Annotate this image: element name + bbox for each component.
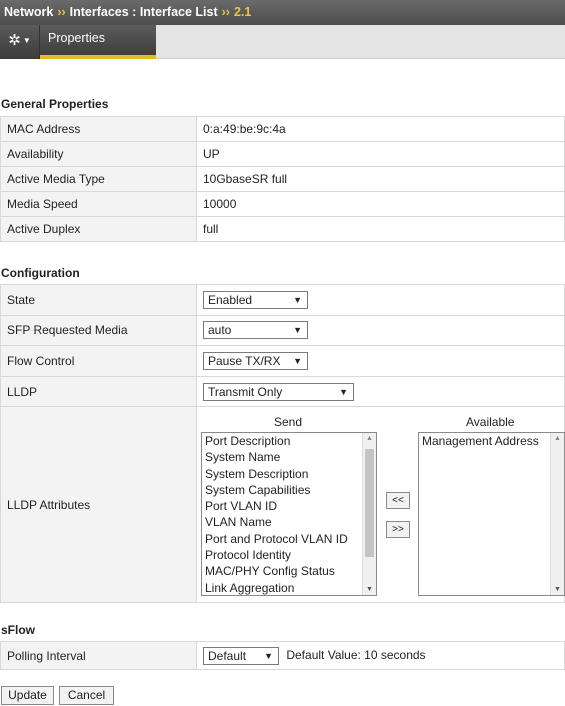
list-item[interactable]: System Name <box>202 449 376 465</box>
list-item[interactable]: Port Description <box>202 433 376 449</box>
active-duplex-value: full <box>196 216 565 242</box>
table-row: SFP Requested Media auto ▼ <box>0 314 565 347</box>
scroll-thumb[interactable] <box>365 449 374 557</box>
breadcrumb-network[interactable]: Network <box>4 5 53 19</box>
general-properties-table: MAC Address 0:a:49:be:9c:4a Availability U… <box>0 116 565 242</box>
settings-menu-button[interactable]: ✲ ▼ <box>0 25 40 59</box>
sflow-table: Polling Interval Default ▼ Default Value:… <box>0 641 565 670</box>
breadcrumb-separator: ›› <box>57 5 66 19</box>
caret-down-icon: ▼ <box>264 650 273 661</box>
polling-interval-select-value: Default <box>208 648 247 663</box>
breadcrumb-current: 2.1 <box>233 5 252 19</box>
lldp-select[interactable]: Transmit Only ▼ <box>203 382 354 401</box>
list-item[interactable]: Port and Protocol VLAN ID <box>202 531 376 547</box>
tab-properties[interactable]: Properties <box>40 25 156 59</box>
table-row: MAC Address 0:a:49:be:9c:4a <box>0 116 565 142</box>
list-item[interactable]: System Capabilities <box>202 482 376 498</box>
breadcrumb-interface-list[interactable]: Interfaces : Interface List <box>70 5 218 19</box>
table-row: Polling Interval Default ▼ Default Value:… <box>0 641 565 670</box>
scroll-down-icon[interactable]: ▼ <box>366 586 373 593</box>
list-item[interactable]: Protocol Identity <box>202 547 376 563</box>
table-row: Active Duplex full <box>0 216 565 242</box>
gear-icon: ✲ <box>8 32 21 49</box>
flow-control-label: Flow Control <box>0 345 197 377</box>
configuration-heading: Configuration <box>1 266 80 280</box>
move-to-send-button[interactable]: << <box>386 492 410 509</box>
update-button[interactable]: Update <box>1 686 54 705</box>
list-item[interactable]: MAC/PHY Config Status <box>202 563 376 579</box>
available-list-header: Available <box>466 415 515 429</box>
caret-down-icon: ▼ <box>293 355 302 366</box>
state-label: State <box>0 284 197 316</box>
table-row: State Enabled ▼ <box>0 284 565 316</box>
caret-down-icon: ▼ <box>22 36 31 45</box>
polling-interval-select[interactable]: Default ▼ <box>203 646 279 665</box>
table-row: LLDP Transmit Only ▼ <box>0 375 565 408</box>
scroll-down-icon[interactable]: ▼ <box>554 586 561 593</box>
send-listbox[interactable]: Port Description System Name System Desc… <box>201 432 377 596</box>
availability-label: Availability <box>0 141 197 167</box>
list-item[interactable]: Port VLAN ID <box>202 498 376 514</box>
table-row: Active Media Type 10GbaseSR full <box>0 166 565 192</box>
breadcrumb-separator: ›› <box>221 5 230 19</box>
active-media-type-label: Active Media Type <box>0 166 197 192</box>
lldp-label: LLDP <box>0 375 197 408</box>
active-media-type-value: 10GbaseSR full <box>196 166 565 192</box>
move-to-available-button[interactable]: >> <box>386 521 410 538</box>
breadcrumb: Network ›› Interfaces : Interface List ›› 2.… <box>0 0 565 25</box>
cancel-button[interactable]: Cancel <box>59 686 114 705</box>
sfp-requested-media-label: SFP Requested Media <box>0 314 197 347</box>
list-item[interactable]: System Description <box>202 466 376 482</box>
mac-address-label: MAC Address <box>0 116 197 142</box>
media-speed-value: 10000 <box>196 191 565 217</box>
scroll-up-icon[interactable]: ▲ <box>366 435 373 442</box>
flow-control-select-value: Pause TX/RX <box>208 353 281 368</box>
send-list-scrollbar[interactable]: ▲ ▼ <box>362 433 376 595</box>
table-row: Availability UP <box>0 141 565 167</box>
polling-interval-label: Polling Interval <box>0 641 197 670</box>
flow-control-select[interactable]: Pause TX/RX ▼ <box>203 351 308 370</box>
sfp-requested-media-select[interactable]: auto ▼ <box>203 321 308 340</box>
list-item[interactable]: Link Aggregation <box>202 580 376 595</box>
caret-down-icon: ▼ <box>293 325 302 336</box>
table-row: Media Speed 10000 <box>0 191 565 217</box>
lldp-attributes-label: LLDP Attributes <box>0 406 197 604</box>
active-duplex-label: Active Duplex <box>0 216 197 242</box>
mac-address-value: 0:a:49:be:9c:4a <box>196 116 565 142</box>
state-select-value: Enabled <box>208 292 253 307</box>
media-speed-label: Media Speed <box>0 191 197 217</box>
sfp-select-value: auto <box>208 323 232 338</box>
general-properties-heading: General Properties <box>1 97 109 111</box>
table-row: Flow Control Pause TX/RX ▼ <box>0 345 565 377</box>
state-select[interactable]: Enabled ▼ <box>203 290 308 309</box>
caret-down-icon: ▼ <box>339 386 348 397</box>
tab-bar: ✲ ▼ Properties <box>0 25 565 59</box>
available-listbox[interactable]: Management Address ▲ ▼ <box>418 432 565 596</box>
availability-value: UP <box>196 141 565 167</box>
sflow-heading: sFlow <box>1 623 36 637</box>
list-item[interactable]: VLAN Name <box>202 514 376 530</box>
lldp-select-value: Transmit Only <box>208 384 283 399</box>
send-list-header: Send <box>274 415 303 429</box>
polling-interval-default-note: Default Value: 10 seconds <box>286 647 426 662</box>
scroll-up-icon[interactable]: ▲ <box>554 435 561 442</box>
available-list-scrollbar[interactable]: ▲ ▼ <box>550 433 564 595</box>
caret-down-icon: ▼ <box>293 294 302 305</box>
list-item[interactable]: Management Address <box>419 433 564 449</box>
